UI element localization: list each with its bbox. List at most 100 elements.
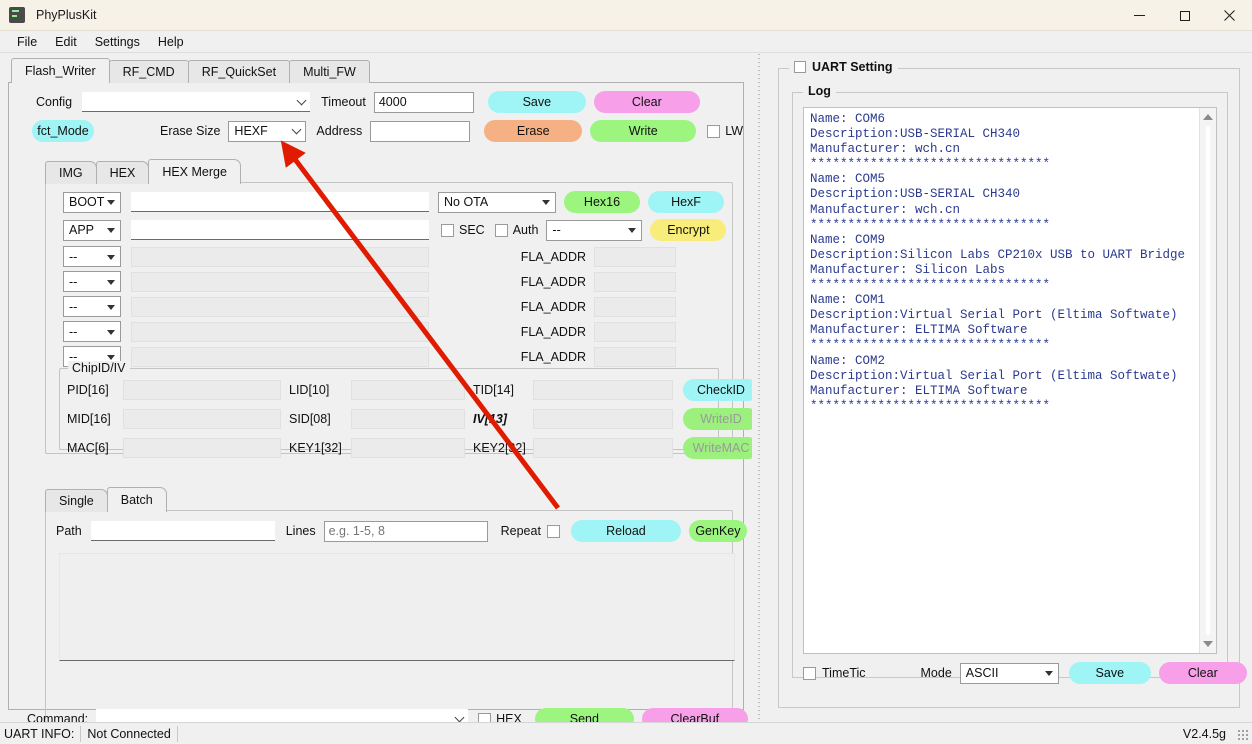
scroll-up-icon[interactable] <box>1203 114 1213 120</box>
pane-splitter[interactable] <box>752 54 768 722</box>
timetic-label: TimeTic <box>822 666 866 680</box>
lid-input[interactable] <box>351 380 465 400</box>
reload-button[interactable]: Reload <box>570 520 681 542</box>
boot-path-input[interactable] <box>131 192 429 212</box>
inner-tabstrip: IMG HEX HEX Merge <box>45 159 241 184</box>
auth-mode-value: -- <box>552 223 561 237</box>
slot-1-type-combo[interactable]: -- <box>63 246 121 267</box>
slot-4-type-combo[interactable]: -- <box>63 321 121 342</box>
sec-checkbox[interactable] <box>441 223 454 237</box>
slot-5-addr-input[interactable] <box>594 346 676 367</box>
sec-label: SEC <box>459 223 485 237</box>
menu-edit[interactable]: Edit <box>46 33 86 51</box>
slot-2-addr-input[interactable] <box>594 271 676 292</box>
tab-hex-merge[interactable]: HEX Merge <box>148 159 241 184</box>
erase-button[interactable]: Erase <box>484 120 583 142</box>
lines-label: Lines <box>285 524 316 538</box>
address-label: Address <box>316 124 363 138</box>
write-id-button[interactable]: WriteID <box>683 408 759 430</box>
chevron-down-icon <box>454 712 465 722</box>
check-id-button[interactable]: CheckID <box>683 379 759 401</box>
resize-grip-icon[interactable] <box>1237 729 1249 741</box>
repeat-checkbox[interactable] <box>546 524 560 538</box>
address-input[interactable] <box>370 120 471 142</box>
mode-combo[interactable]: ASCII <box>959 662 1059 684</box>
key1-input[interactable] <box>351 438 465 458</box>
tab-flash-writer[interactable]: Flash_Writer <box>11 58 110 83</box>
chevron-down-icon <box>291 124 302 135</box>
save-config-button[interactable]: Save <box>487 91 586 113</box>
tid-input[interactable] <box>533 380 673 400</box>
statusbar: UART INFO: Not Connected V2.4.5g <box>0 722 1252 744</box>
slot-3-type-combo[interactable]: -- <box>63 296 121 317</box>
sid-input[interactable] <box>351 409 465 429</box>
slot-3-addr-input[interactable] <box>594 296 676 317</box>
timetic-checkbox[interactable] <box>803 666 816 680</box>
log-scrollbar-track[interactable] <box>1206 126 1210 635</box>
lw-checkbox[interactable] <box>707 124 721 138</box>
boot-type-combo[interactable]: BOOT <box>63 191 121 213</box>
menu-file[interactable]: File <box>8 33 46 51</box>
tab-batch[interactable]: Batch <box>106 487 167 512</box>
log-save-button[interactable]: Save <box>1068 662 1151 684</box>
close-button[interactable] <box>1207 0 1252 31</box>
menu-settings[interactable]: Settings <box>86 33 149 51</box>
log-textarea[interactable]: Name: COM6 Description:USB-SERIAL CH340 … <box>803 107 1217 654</box>
slot-4-path-input[interactable] <box>131 321 429 342</box>
slot-1-addr-input[interactable] <box>594 246 676 267</box>
iv-input[interactable] <box>533 409 673 429</box>
slot-5-path-input[interactable] <box>131 346 429 367</box>
right-pane: UART Setting Log Name: COM6 Description:… <box>768 54 1252 722</box>
minimize-button[interactable] <box>1117 0 1162 31</box>
tab-single[interactable]: Single <box>45 489 108 512</box>
mode-value: ASCII <box>965 666 999 680</box>
clear-config-button[interactable]: Clear <box>593 91 700 113</box>
slot-3-path-input[interactable] <box>131 296 429 317</box>
auth-mode-combo[interactable]: -- <box>546 219 643 241</box>
log-clear-button[interactable]: Clear <box>1158 662 1247 684</box>
slot-2-type-combo[interactable]: -- <box>63 271 121 292</box>
tab-img[interactable]: IMG <box>45 161 97 184</box>
maximize-button[interactable] <box>1162 0 1207 31</box>
mac-input[interactable] <box>123 438 281 458</box>
batch-list-area[interactable] <box>59 553 735 661</box>
timeout-input[interactable] <box>373 91 474 113</box>
ota-combo[interactable]: No OTA <box>438 191 556 213</box>
log-scrollbar[interactable] <box>1199 108 1216 653</box>
window-controls <box>1117 0 1252 31</box>
chevron-down-icon <box>107 254 115 260</box>
slot-2-path-input[interactable] <box>131 271 429 292</box>
scroll-down-icon[interactable] <box>1203 641 1213 647</box>
tab-hex[interactable]: HEX <box>95 161 150 184</box>
mid-input[interactable] <box>123 409 281 429</box>
erase-size-combo[interactable]: HEXF <box>228 120 307 142</box>
app-type-combo[interactable]: APP <box>63 219 121 241</box>
hexf-button[interactable]: HexF <box>648 191 724 213</box>
hex16-button[interactable]: Hex16 <box>564 191 640 213</box>
hexmerge-row-app: APP SEC Auth -- Encrypt <box>63 219 727 241</box>
tab-multi-fw[interactable]: Multi_FW <box>289 60 370 83</box>
chevron-down-icon <box>107 329 115 335</box>
auth-checkbox[interactable] <box>494 223 508 237</box>
write-mac-button[interactable]: WriteMAC <box>683 437 759 459</box>
uart-setting-label: UART Setting <box>812 60 893 74</box>
encrypt-button[interactable]: Encrypt <box>650 219 727 241</box>
app-path-input[interactable] <box>131 220 429 240</box>
mid-label: MID[16] <box>67 412 111 426</box>
fct-mode-button[interactable]: fct_Mode <box>32 120 94 142</box>
pid-input[interactable] <box>123 380 281 400</box>
auth-label: Auth <box>512 223 539 237</box>
tab-rf-cmd[interactable]: RF_CMD <box>108 60 189 83</box>
uart-setting-checkbox[interactable] <box>794 61 806 73</box>
batch-path-input[interactable] <box>90 521 275 541</box>
slot-4-addr-input[interactable] <box>594 321 676 342</box>
slot-1-path-input[interactable] <box>131 246 429 267</box>
write-button[interactable]: Write <box>590 120 697 142</box>
menu-help[interactable]: Help <box>149 33 193 51</box>
config-combo[interactable] <box>82 92 311 112</box>
key2-input[interactable] <box>533 438 673 458</box>
uart-setting-group: UART Setting Log Name: COM6 Description:… <box>778 60 1247 708</box>
lines-input[interactable] <box>323 520 488 542</box>
genkey-button[interactable]: GenKey <box>688 520 747 542</box>
tab-rf-quickset[interactable]: RF_QuickSet <box>187 60 291 83</box>
